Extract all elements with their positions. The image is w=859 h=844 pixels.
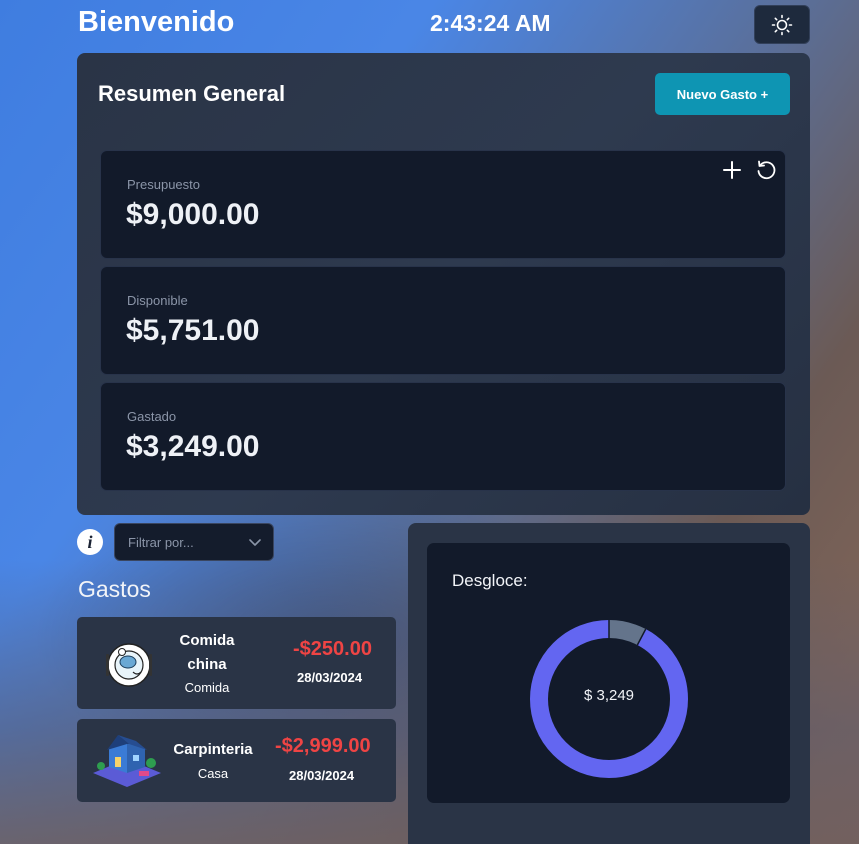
available-value: $5,751.00	[126, 314, 260, 347]
budget-value: $9,000.00	[126, 198, 260, 231]
chevron-down-icon	[249, 539, 261, 546]
expense-item[interactable]: Comida china Comida -$250.00 28/03/2024	[77, 617, 396, 709]
plus-icon[interactable]	[721, 159, 743, 181]
spent-value: $3,249.00	[126, 430, 260, 463]
available-label: Disponible	[127, 293, 188, 308]
expense-name-line2: china	[187, 656, 227, 673]
new-expense-button[interactable]: Nuevo Gasto +	[655, 73, 790, 115]
reset-icon[interactable]	[755, 159, 777, 181]
sun-icon	[771, 14, 793, 35]
expense-name-line1: Comida	[179, 632, 235, 649]
budget-label: Presupuesto	[127, 177, 200, 192]
breakdown-card: Desgloce: $ 3,249	[427, 543, 790, 803]
food-plate-icon	[106, 643, 152, 687]
expense-name: Carpinteria	[173, 741, 253, 758]
breakdown-title: Desgloce:	[452, 571, 528, 590]
expense-category: Comida	[184, 680, 230, 695]
summary-panel: Resumen General Nuevo Gasto + Presupuest…	[77, 53, 810, 515]
spent-card: Gastado $3,249.00	[100, 382, 786, 491]
filter-placeholder: Filtrar por...	[128, 535, 194, 550]
welcome-title: Bienvenido	[78, 6, 235, 38]
house-icon	[93, 735, 161, 787]
summary-title: Resumen General	[98, 81, 286, 106]
expense-amount: -$250.00	[293, 638, 372, 660]
info-icon[interactable]: i	[77, 529, 103, 555]
spent-label: Gastado	[127, 409, 177, 424]
breakdown-panel: Desgloce: $ 3,249	[408, 523, 810, 844]
expense-item[interactable]: Carpinteria Casa -$2,999.00 28/03/2024	[77, 719, 396, 802]
available-card: Disponible $5,751.00	[100, 266, 786, 375]
expense-category: Casa	[197, 766, 229, 781]
expenses-title: Gastos	[78, 576, 151, 602]
expense-name: Comida china	[173, 629, 241, 677]
expense-date: 28/03/2024	[289, 768, 355, 783]
top-bar: Bienvenido 2:43:24 AM	[0, 0, 859, 50]
expense-amount: -$2,999.00	[275, 735, 371, 757]
budget-card: Presupuesto $9,000.00	[100, 150, 786, 259]
clock: 2:43:24 AM	[430, 10, 551, 36]
filter-select[interactable]: Filtrar por...	[114, 523, 274, 561]
donut-center-label: $ 3,249	[583, 687, 635, 704]
expense-date: 28/03/2024	[297, 670, 363, 685]
theme-toggle-button[interactable]	[754, 5, 810, 44]
